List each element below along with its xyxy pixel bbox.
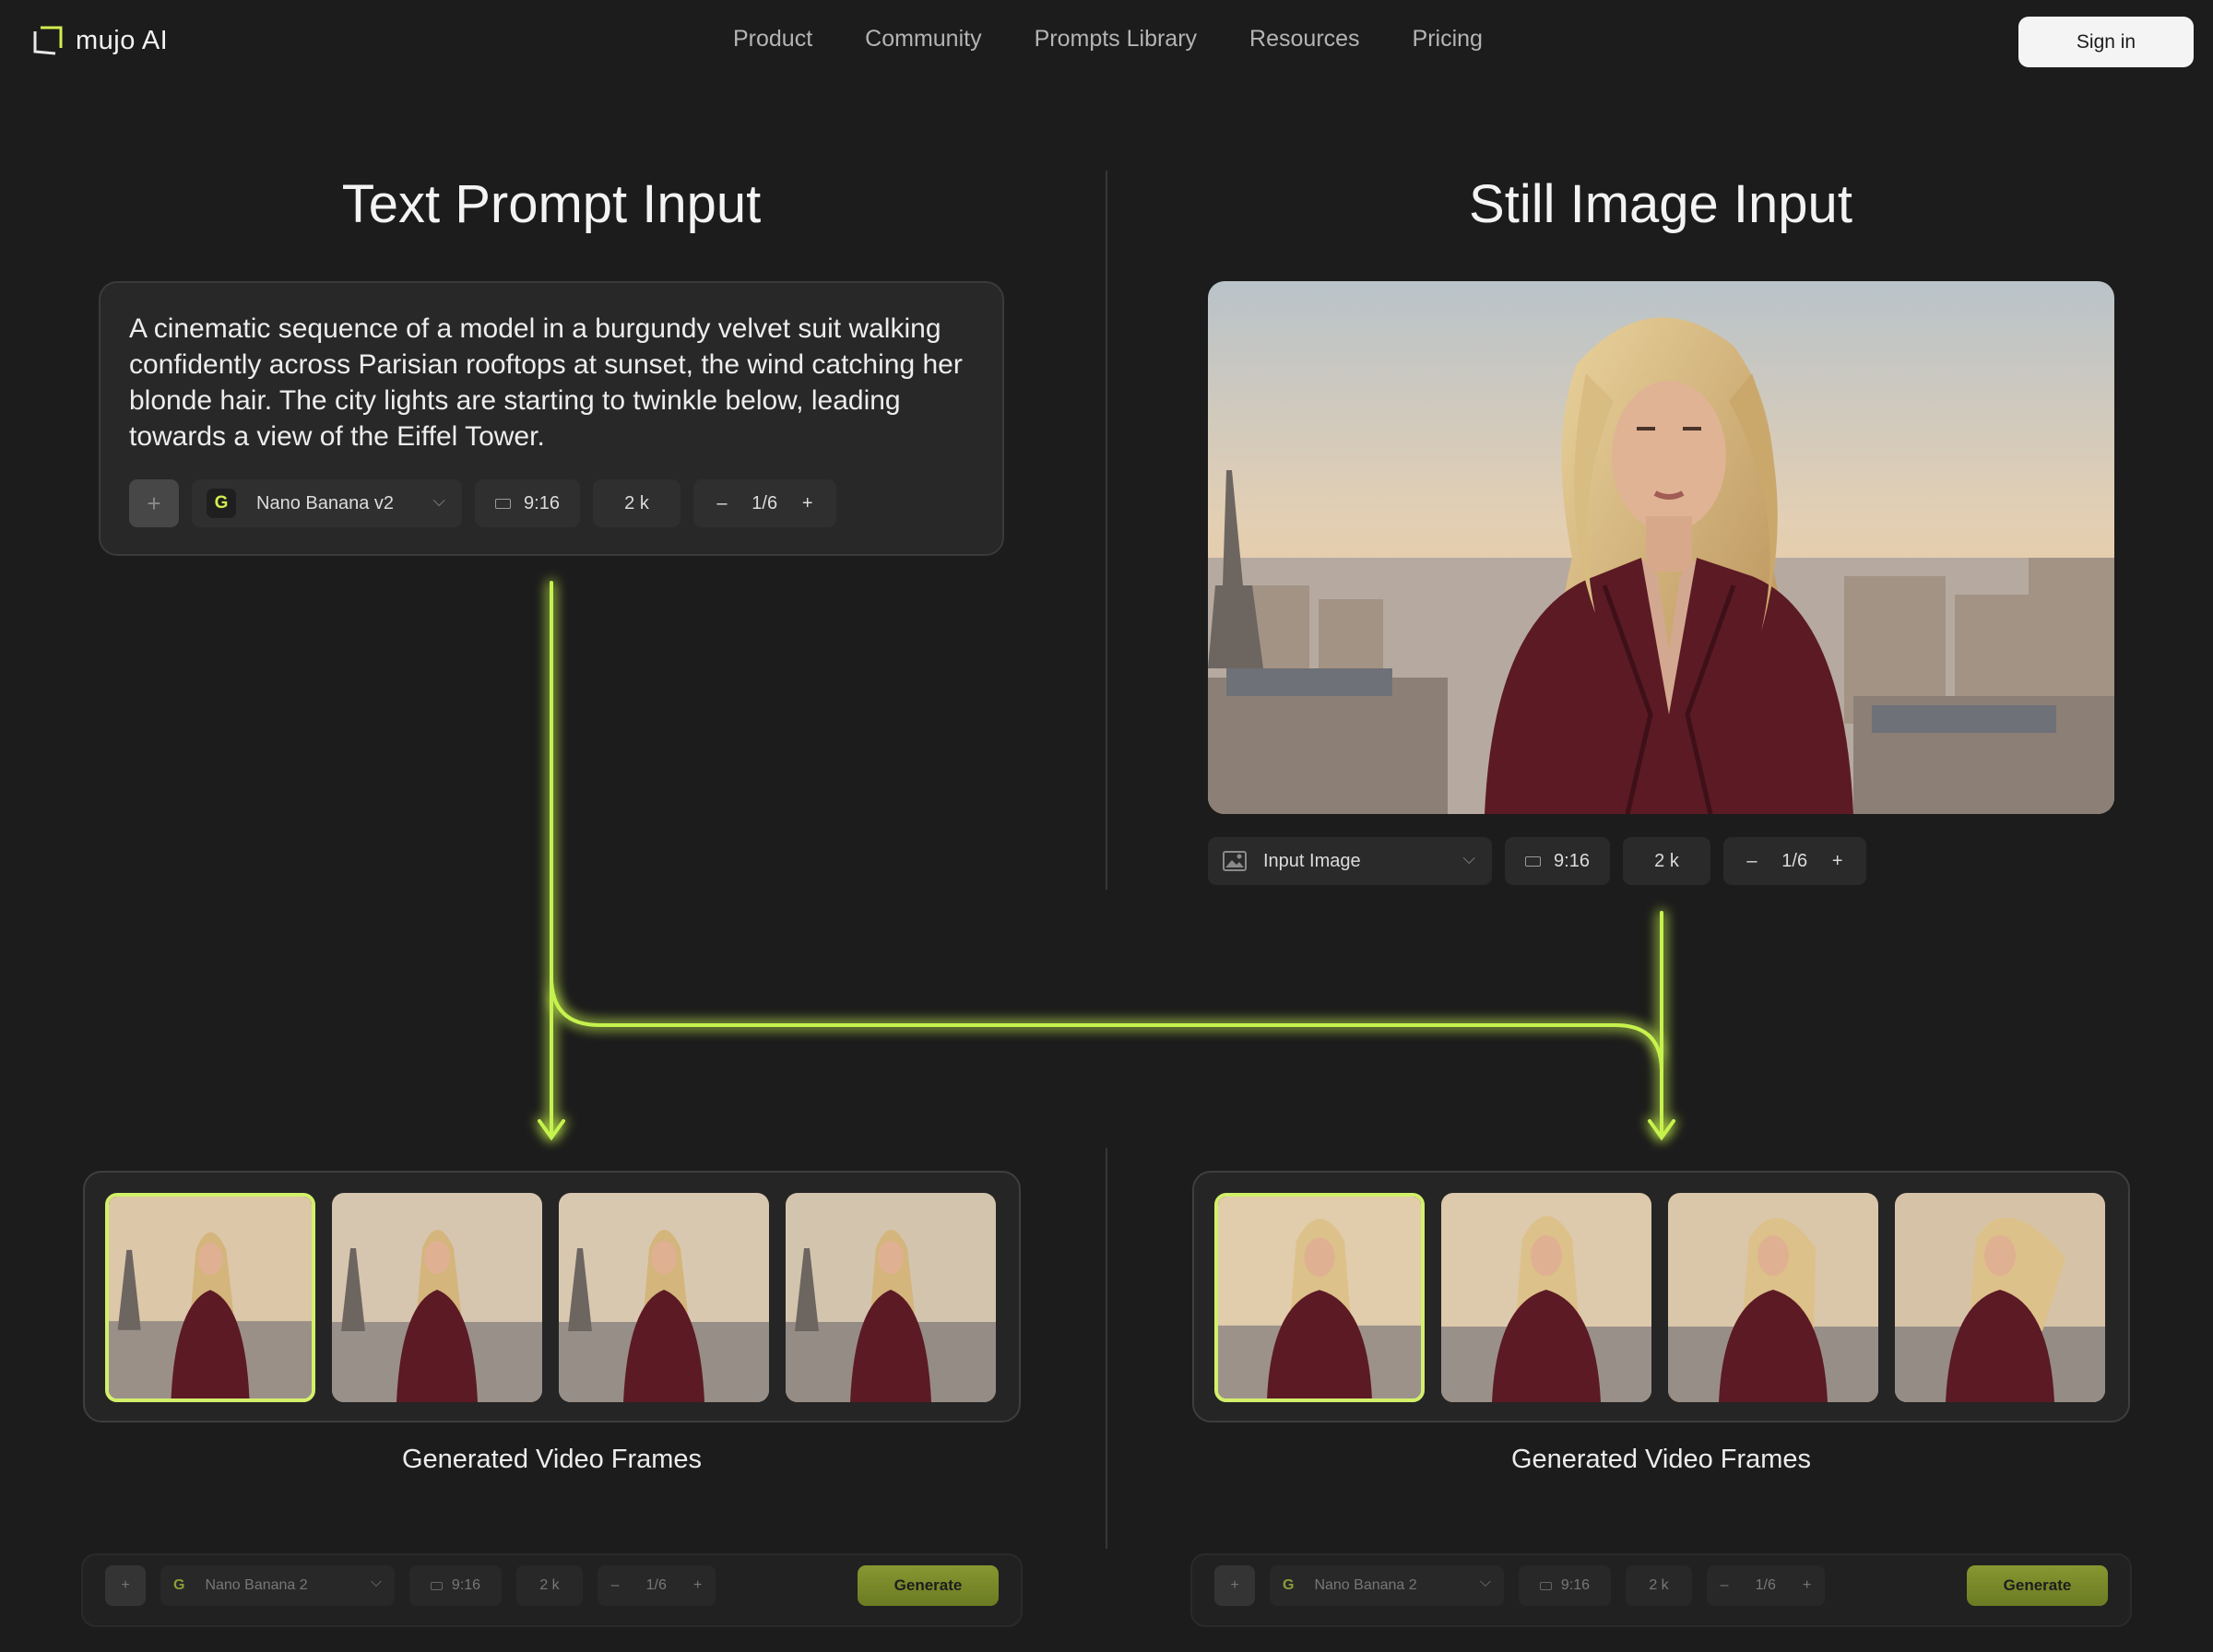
chevron-down-icon: ⌵ [1462,849,1475,867]
bottom-generate-bar-right: + G Nano Banana 2 ⌵ 9:16 2 k – 1/6 + Gen… [1190,1553,2132,1627]
aspect-ratio-value: 9:16 [524,492,560,513]
plus-icon: + [1230,1577,1239,1593]
resolution-value: 2 k [1649,1577,1669,1593]
model-select[interactable]: G Nano Banana 2 ⌵ [1270,1565,1504,1606]
aspect-ratio-icon [1525,856,1542,867]
model-select[interactable]: G Nano Banana v2 ⌵ [192,479,462,527]
flow-line-connector [550,975,1663,1073]
logo-icon [31,24,65,57]
bottom-generate-bar-left: + G Nano Banana 2 ⌵ 9:16 2 k – 1/6 + Gen… [81,1553,1023,1627]
nav-links: Product Community Prompts Library Resour… [733,26,1535,53]
image-controls: Input Image ⌵ 9:16 2 k – 1/6 + [1208,837,1879,885]
generated-frames-right [1192,1171,2130,1422]
nav-link-resources[interactable]: Resources [1249,26,1360,53]
nav-link-pricing[interactable]: Pricing [1413,26,1483,53]
generate-button[interactable]: Generate [1967,1565,2108,1606]
nav-link-community[interactable]: Community [865,26,981,53]
video-frame-thumbnail[interactable] [105,1193,315,1402]
model-logo-icon: G [1283,1577,1295,1593]
output-count-value: 1/6 [1755,1577,1776,1593]
resolution-select[interactable]: 2 k [593,479,680,527]
model-name: Nano Banana 2 [1314,1577,1417,1593]
resolution-value: 2 k [1654,850,1679,871]
bottom-controls: + G Nano Banana 2 ⌵ 9:16 2 k – 1/6 + [1214,1565,1840,1606]
video-frame-thumbnail[interactable] [332,1193,542,1402]
video-frame-thumbnail[interactable] [1214,1193,1425,1402]
output-count-stepper: – 1/6 + [693,479,836,527]
video-frame-thumbnail[interactable] [1668,1193,1878,1402]
minus-icon[interactable]: – [1746,851,1757,872]
aspect-ratio-icon [495,498,512,509]
bottom-controls: + G Nano Banana 2 ⌵ 9:16 2 k – 1/6 + [105,1565,730,1606]
sign-in-button[interactable]: Sign in [2018,17,2194,67]
nav-link-prompts-library[interactable]: Prompts Library [1035,26,1197,53]
output-count-value: 1/6 [751,492,778,513]
aspect-ratio-icon [1539,1581,1552,1590]
generated-frames-label: Generated Video Frames [1510,1445,1812,1474]
output-count-value: 1/6 [645,1577,667,1593]
input-image-label: Input Image [1263,850,1361,871]
prompt-card: A cinematic sequence of a model in a bur… [99,281,1004,556]
add-attachment-button[interactable]: + [129,479,179,527]
resolution-select[interactable]: 2 k [516,1565,583,1606]
input-image-select[interactable]: Input Image ⌵ [1208,837,1492,885]
generated-frames-label: Generated Video Frames [401,1445,703,1474]
generated-frames-left [83,1171,1021,1422]
plus-icon: + [147,489,161,517]
prompt-controls: + G Nano Banana v2 ⌵ 9:16 2 k – 1/6 + [129,479,849,527]
arrow-down-icon [1648,1119,1675,1141]
chevron-down-icon: ⌵ [432,491,445,510]
video-frame-thumbnail[interactable] [1441,1193,1651,1402]
add-attachment-button[interactable]: + [1214,1565,1255,1606]
column-divider-bottom [1106,1148,1107,1549]
aspect-ratio-value: 9:16 [1560,1577,1591,1593]
model-logo-icon: G [173,1577,185,1593]
minus-icon[interactable]: – [611,1577,620,1594]
plus-icon[interactable]: + [1832,851,1843,872]
model-name: Nano Banana 2 [205,1577,308,1593]
nav-link-product[interactable]: Product [733,26,812,53]
aspect-ratio-value: 9:16 [1554,850,1590,871]
minus-icon[interactable]: – [1721,1577,1729,1594]
resolution-value: 2 k [624,492,649,513]
aspect-ratio-select[interactable]: 9:16 [475,479,580,527]
minus-icon[interactable]: – [716,493,727,514]
text-prompt-title: Text Prompt Input [341,174,762,234]
output-count-value: 1/6 [1781,850,1808,871]
video-frame-thumbnail[interactable] [1895,1193,2105,1402]
generate-button[interactable]: Generate [858,1565,999,1606]
aspect-ratio-value: 9:16 [451,1577,481,1593]
resolution-value: 2 k [539,1577,560,1593]
video-frame-thumbnail[interactable] [786,1193,996,1402]
plus-icon[interactable]: + [693,1577,702,1594]
output-count-stepper: – 1/6 + [1723,837,1866,885]
add-attachment-button[interactable]: + [105,1565,146,1606]
plus-icon[interactable]: + [802,493,813,514]
column-divider [1106,171,1107,890]
still-image-title: Still Image Input [1469,174,1852,234]
chevron-down-icon: ⌵ [1479,1575,1491,1590]
aspect-ratio-icon [430,1581,443,1590]
input-image [1208,281,2114,814]
aspect-ratio-select[interactable]: 9:16 [1505,837,1610,885]
output-count-stepper: – 1/6 + [1707,1565,1825,1606]
model-logo-icon: G [207,489,236,518]
top-navigation: mujo AI Product Community Prompts Librar… [0,0,2213,85]
arrow-down-icon [538,1119,565,1141]
brand-logo[interactable]: mujo AI [31,24,168,57]
prompt-text-input[interactable]: A cinematic sequence of a model in a bur… [129,311,977,454]
model-select[interactable]: G Nano Banana 2 ⌵ [160,1565,395,1606]
plus-icon[interactable]: + [1803,1577,1811,1594]
model-name: Nano Banana v2 [256,492,395,513]
video-frame-thumbnail[interactable] [559,1193,769,1402]
image-icon [1223,851,1247,871]
resolution-select[interactable]: 2 k [1623,837,1710,885]
resolution-select[interactable]: 2 k [1626,1565,1692,1606]
aspect-ratio-select[interactable]: 9:16 [409,1565,502,1606]
chevron-down-icon: ⌵ [370,1575,382,1590]
brand-name: mujo AI [76,25,169,55]
plus-icon: + [121,1577,130,1593]
aspect-ratio-select[interactable]: 9:16 [1519,1565,1611,1606]
output-count-stepper: – 1/6 + [598,1565,716,1606]
